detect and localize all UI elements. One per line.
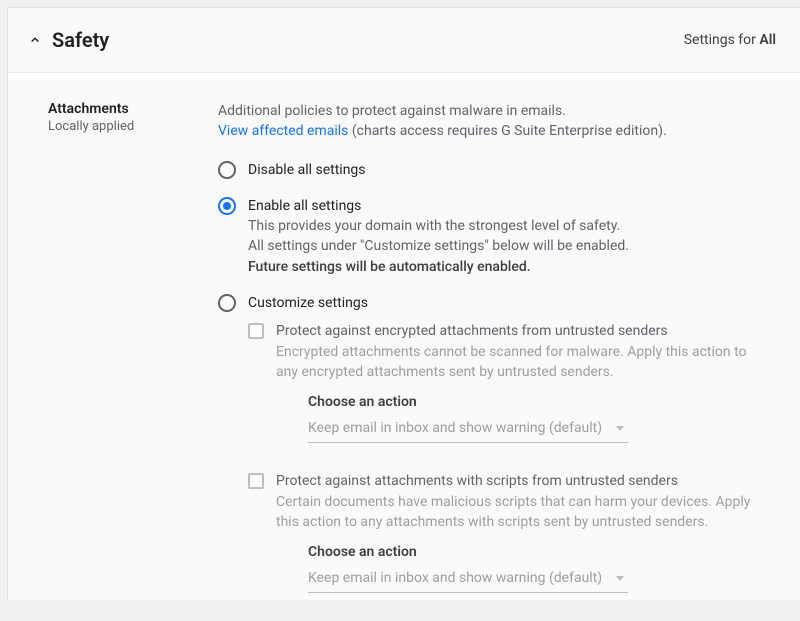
- section-sidebar: Attachments Locally applied: [48, 101, 218, 621]
- action-block-encrypted: Choose an action Keep email in inbox and…: [248, 394, 766, 443]
- radio-disable-all[interactable]: Disable all settings: [218, 160, 766, 180]
- safety-panel: Safety Settings for All Attachments Loca…: [7, 7, 800, 600]
- action-block-scripts: Choose an action Keep email in inbox and…: [248, 544, 766, 593]
- section-applied: Locally applied: [48, 119, 218, 134]
- view-affected-emails-link[interactable]: View affected emails: [218, 123, 348, 139]
- chevron-down-icon: [616, 576, 624, 581]
- radio-enable-all[interactable]: Enable all settings This provides your d…: [218, 196, 766, 277]
- panel-header: Safety Settings for All: [8, 8, 800, 73]
- checkbox-icon[interactable]: [248, 323, 264, 339]
- customize-settings-group: Protect against encrypted attachments fr…: [218, 321, 766, 593]
- radio-label: Disable all settings: [248, 160, 366, 180]
- checkbox-label: Protect against attachments with scripts…: [276, 471, 766, 532]
- radio-label: Enable all settings This provides your d…: [248, 196, 629, 277]
- dropdown-value: Keep email in inbox and show warning (de…: [308, 420, 602, 436]
- checkbox-encrypted-attachments[interactable]: Protect against encrypted attachments fr…: [248, 321, 766, 382]
- radio-label: Customize settings: [248, 293, 368, 313]
- radio-icon[interactable]: [218, 161, 236, 179]
- panel-title: Safety: [52, 28, 109, 52]
- checkbox-script-attachments[interactable]: Protect against attachments with scripts…: [248, 471, 766, 532]
- panel-body: Attachments Locally applied Additional p…: [8, 73, 800, 621]
- radio-icon[interactable]: [218, 197, 236, 215]
- action-dropdown-encrypted[interactable]: Keep email in inbox and show warning (de…: [308, 416, 628, 443]
- checkbox-label: Protect against encrypted attachments fr…: [276, 321, 766, 382]
- radio-group: Disable all settings Enable all settings…: [218, 160, 766, 314]
- section-content: Additional policies to protect against m…: [218, 101, 776, 621]
- action-label: Choose an action: [308, 544, 766, 560]
- action-label: Choose an action: [308, 394, 766, 410]
- radio-customize[interactable]: Customize settings: [218, 293, 766, 313]
- chevron-up-icon[interactable]: [28, 33, 42, 47]
- dropdown-value: Keep email in inbox and show warning (de…: [308, 570, 602, 586]
- header-left: Safety: [28, 28, 109, 52]
- section-description-2: View affected emails (charts access requ…: [218, 121, 766, 141]
- settings-for-label: Settings for All: [684, 32, 776, 48]
- section-description-1: Additional policies to protect against m…: [218, 101, 766, 121]
- radio-icon[interactable]: [218, 294, 236, 312]
- checkbox-icon[interactable]: [248, 473, 264, 489]
- action-dropdown-scripts[interactable]: Keep email in inbox and show warning (de…: [308, 566, 628, 593]
- section-name: Attachments: [48, 101, 218, 117]
- chevron-down-icon: [616, 426, 624, 431]
